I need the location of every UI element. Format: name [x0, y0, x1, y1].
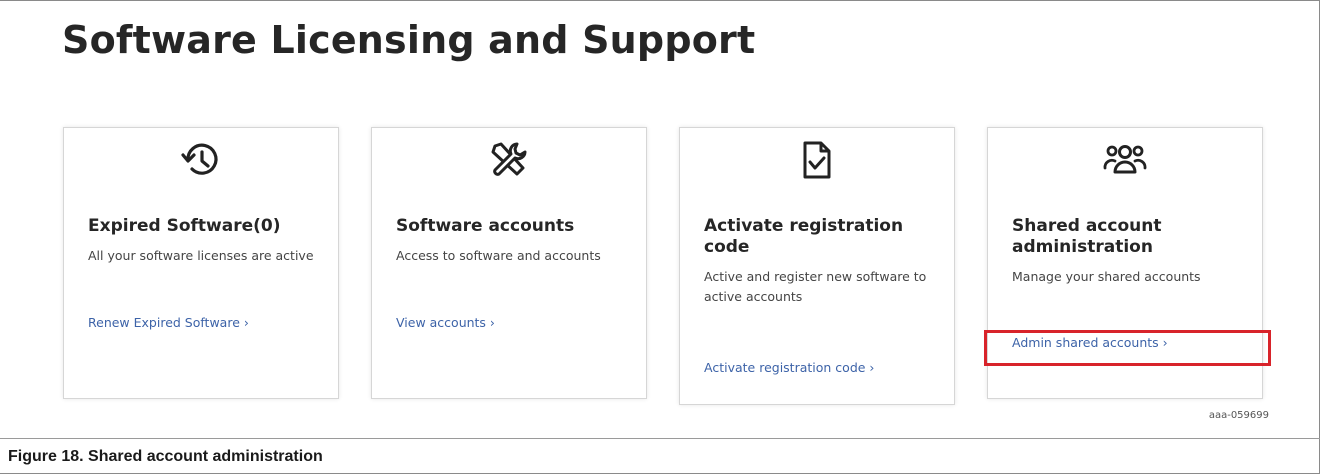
caption-divider — [0, 438, 1320, 439]
card-expired-software: Expired Software(0) All your software li… — [63, 127, 339, 399]
highlight-annotation-box — [984, 330, 1271, 366]
card-description: Access to software and accounts — [396, 248, 601, 263]
figure-code: aaa-059699 — [1208, 410, 1269, 421]
card-description: Active and register new software to acti… — [704, 269, 927, 304]
activate-registration-code-link[interactable]: Activate registration code › — [704, 360, 944, 375]
tools-icon — [487, 138, 531, 182]
card-title: Software accounts — [396, 216, 575, 236]
view-accounts-link[interactable]: View accounts › — [396, 315, 636, 330]
card-title: Shared account administration — [1012, 216, 1162, 257]
renew-expired-software-link[interactable]: Renew Expired Software › — [88, 315, 328, 330]
history-icon — [179, 138, 223, 182]
figure-caption: Figure 18. Shared account administration — [8, 448, 323, 465]
card-title: Expired Software(0) — [88, 216, 281, 236]
page-title: Software Licensing and Support — [62, 18, 756, 62]
card-description: All your software licenses are active — [88, 248, 314, 263]
users-group-icon — [1103, 138, 1147, 182]
card-software-accounts: Software accounts Access to software and… — [371, 127, 647, 399]
card-description: Manage your shared accounts — [1012, 269, 1201, 284]
card-activate-registration-code: Activate registration code Active and re… — [679, 127, 955, 405]
card-title: Activate registration code — [704, 216, 904, 257]
document-check-icon — [795, 138, 839, 182]
